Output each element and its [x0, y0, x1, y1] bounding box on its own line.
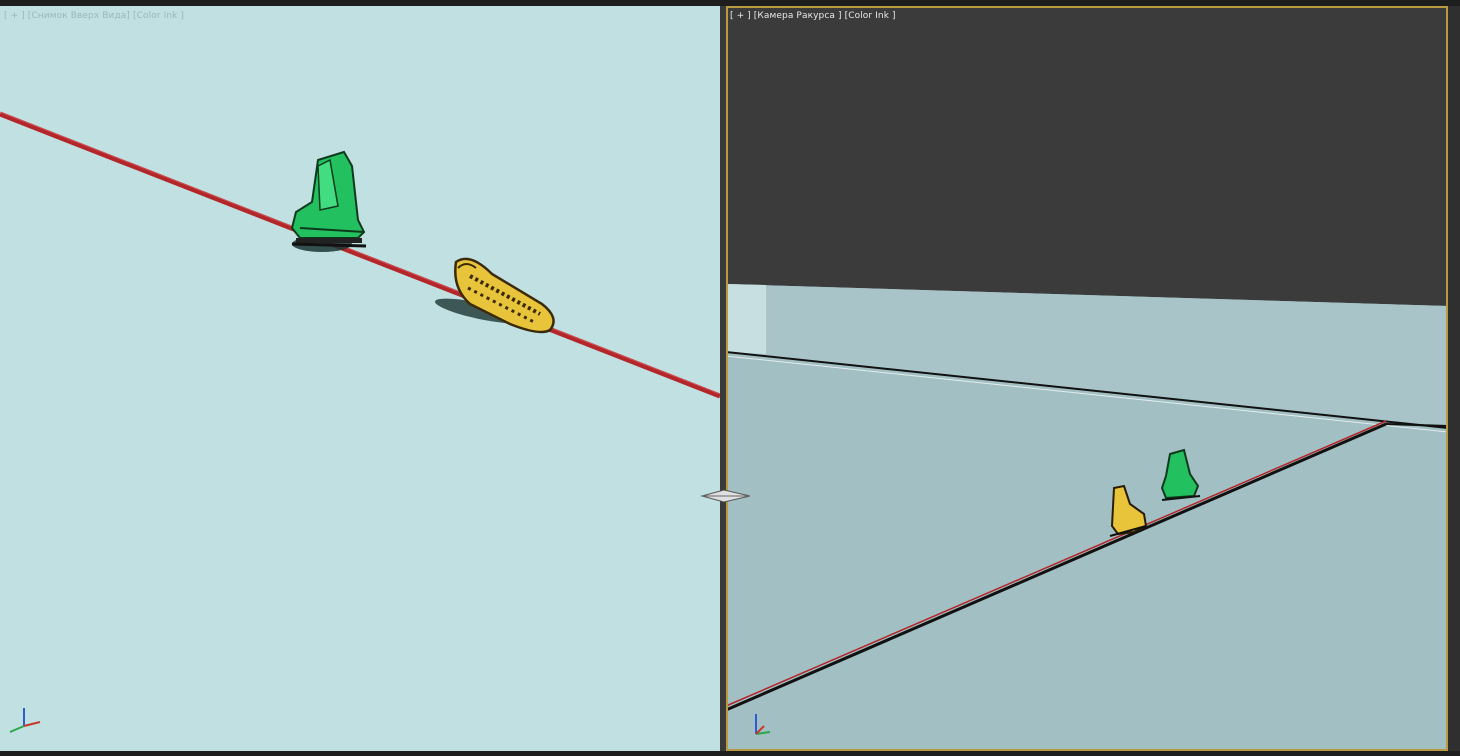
right-viewport-scene — [726, 6, 1448, 751]
right-panel-edge[interactable] — [1448, 6, 1460, 751]
viewport-camera-view[interactable]: [ + ] [Камера Ракурса ] [Color Ink ] — [726, 6, 1448, 751]
viewport-menu-plus[interactable]: [ + ] — [4, 11, 25, 21]
yellow-sneaker[interactable] — [433, 257, 555, 334]
viewport-shading-label[interactable]: [Color Ink ] — [845, 11, 896, 21]
red-motion-path[interactable] — [0, 111, 720, 399]
viewport-layout: [ + ] [Снимок Вверх Вида] [Color Ink ] [… — [0, 0, 1460, 756]
viewport-splitter-icon[interactable] — [700, 484, 752, 508]
left-viewport-scene — [0, 111, 720, 733]
viewport-label-right[interactable]: [ + ] [Камера Ракурса ] [Color Ink ] — [730, 10, 899, 22]
viewport-shading-label[interactable]: [Color Ink ] — [133, 11, 184, 21]
viewport-label-left[interactable]: [ + ] [Снимок Вверх Вида] [Color Ink ] — [4, 10, 187, 22]
viewport-top-view[interactable]: [ + ] [Снимок Вверх Вида] [Color Ink ] — [0, 6, 720, 751]
viewport-view-label[interactable]: [Камера Ракурса ] — [754, 11, 842, 21]
bottom-edge — [0, 751, 1460, 756]
viewport-view-label[interactable]: [Снимок Вверх Вида] — [28, 11, 130, 21]
viewport-menu-plus[interactable]: [ + ] — [730, 11, 751, 21]
green-ice-skate[interactable] — [290, 150, 367, 252]
axis-tripod-icon — [9, 708, 41, 733]
